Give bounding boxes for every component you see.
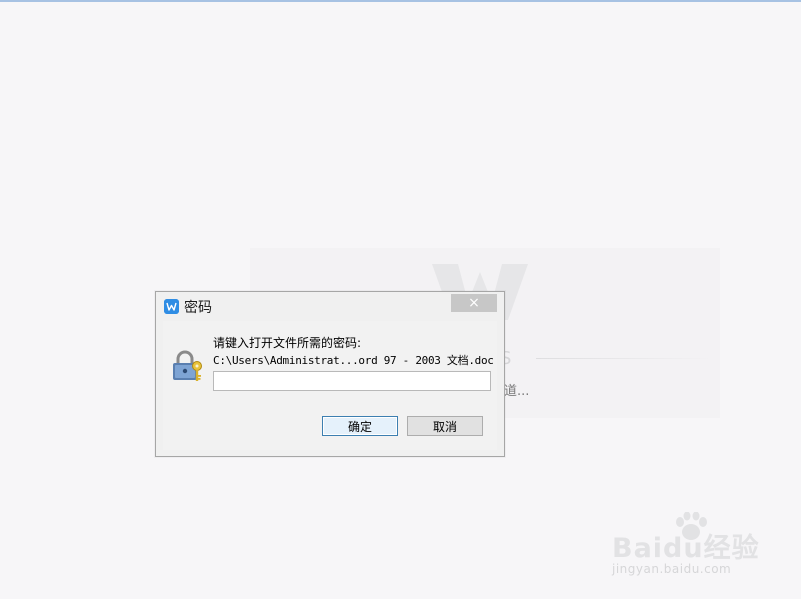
watermark-site: jingyan.baidu.com xyxy=(612,562,732,576)
dialog-titlebar[interactable]: 密码 × xyxy=(156,292,504,320)
lock-key-icon xyxy=(173,350,202,381)
baidu-watermark: Baidu经验 jingyan.baidu.com xyxy=(612,512,762,582)
close-button[interactable]: × xyxy=(451,294,497,312)
wps-writer-icon xyxy=(164,299,179,314)
dialog-title: 密码 xyxy=(184,300,212,316)
splash-divider xyxy=(536,358,712,359)
cancel-button[interactable]: 取消 xyxy=(407,416,483,436)
password-prompt-label: 请键入打开文件所需的密码: xyxy=(213,336,362,350)
dialog-body: 请键入打开文件所需的密码: C:\Users\Administrat...ord… xyxy=(163,321,497,450)
ok-button[interactable]: 确定 xyxy=(322,416,398,436)
password-input[interactable] xyxy=(213,371,491,391)
close-icon: × xyxy=(468,295,480,311)
password-dialog: 密码 × 请键入打开文件所需的密码: C:\Users\Administrat.… xyxy=(155,291,505,457)
watermark-brand: Baidu经验 xyxy=(612,533,760,564)
splash-loading-text: 道... xyxy=(504,384,530,399)
window-top-border xyxy=(0,0,801,2)
file-path-label: C:\Users\Administrat...ord 97 - 2003 文档.… xyxy=(213,354,494,367)
